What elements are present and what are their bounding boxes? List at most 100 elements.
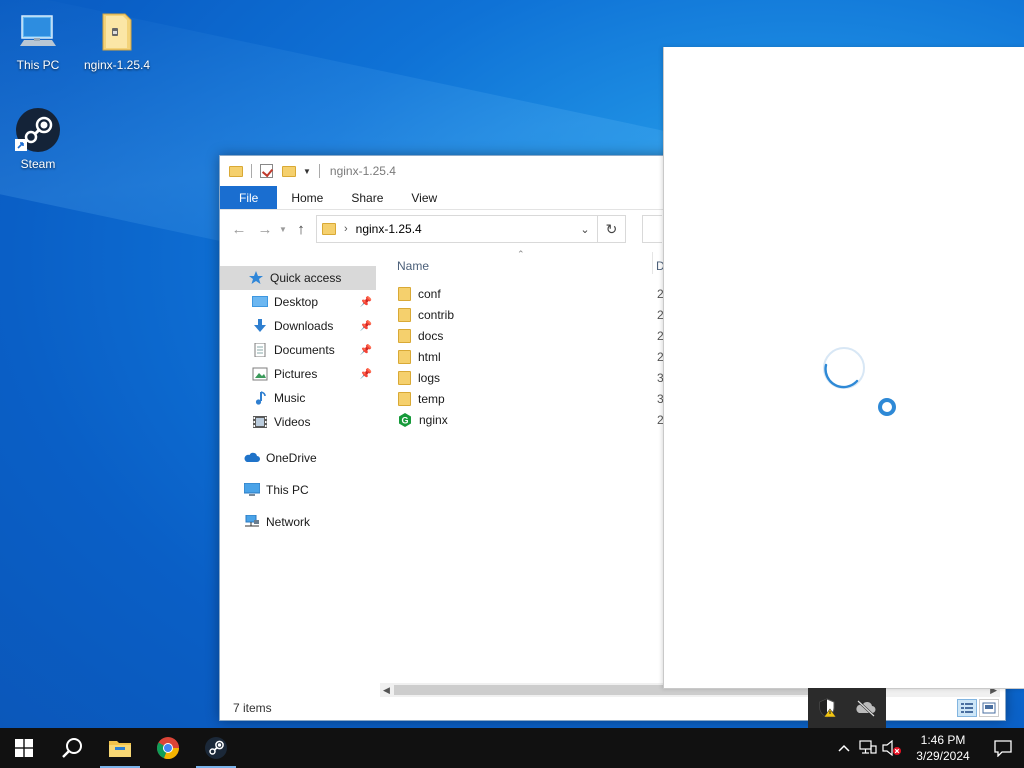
clock-date: 3/29/2024 [916, 749, 970, 763]
sidebar-item-label: OneDrive [266, 451, 317, 465]
list-item[interactable]: temp 3 [398, 388, 698, 409]
sidebar-item-label: Quick access [270, 271, 342, 285]
start-button[interactable] [0, 728, 48, 768]
sidebar-item-network[interactable]: Network [220, 510, 376, 534]
sidebar-item-onedrive[interactable]: OneDrive [220, 446, 376, 470]
item-count: 7 items [233, 701, 272, 715]
search-button[interactable] [48, 728, 96, 768]
file-explorer-icon [109, 741, 131, 757]
recent-locations-chevron-icon[interactable]: ▼ [276, 225, 290, 234]
action-center-button[interactable] [982, 728, 1024, 768]
desktop-icon-nginx-archive[interactable]: nginx-1.25.4 [79, 10, 155, 72]
tab-file[interactable]: File [220, 186, 278, 209]
pin-icon[interactable]: 📌 [360, 345, 372, 356]
loading-popup-window[interactable] [663, 47, 1024, 689]
list-item[interactable]: logs 3 [398, 367, 698, 388]
taskbar-steam[interactable] [192, 728, 240, 768]
list-item[interactable]: contrib 2 [398, 304, 698, 325]
folder-icon [398, 328, 411, 343]
sidebar-item-label: Downloads [274, 319, 334, 333]
sidebar-item-label: Documents [274, 343, 335, 357]
file-name: contrib [418, 307, 455, 322]
desktop-icon-this-pc[interactable]: This PC [0, 10, 76, 72]
address-dropdown-chevron-icon[interactable]: ⌄ [573, 223, 597, 236]
tray-overflow-flyout [808, 688, 886, 728]
tab-view[interactable]: View [397, 186, 451, 209]
documents-icon [254, 343, 266, 357]
desktop-icon-label: Steam [20, 157, 56, 171]
sidebar-item-downloads[interactable]: Downloads 📌 [220, 314, 376, 338]
taskbar-file-explorer[interactable] [96, 728, 144, 768]
status-bar: 7 items [220, 696, 1005, 720]
desktop-icon-label: nginx-1.25.4 [83, 58, 151, 72]
refresh-button[interactable]: ↻ [598, 215, 626, 243]
network-wired-icon [859, 740, 877, 754]
large-icons-view-button[interactable] [979, 699, 999, 717]
sidebar-item-quick-access[interactable]: Quick access [220, 266, 376, 290]
sidebar-item-music[interactable]: Music [220, 386, 376, 410]
pin-icon[interactable]: 📌 [360, 297, 372, 308]
breadcrumb-current[interactable]: nginx-1.25.4 [356, 222, 573, 236]
details-view-icon [961, 703, 973, 713]
sidebar-item-pictures[interactable]: Pictures 📌 [220, 362, 376, 386]
folder-icon [398, 349, 411, 364]
list-item[interactable]: G nginx 2 [398, 409, 698, 430]
volume-muted-icon [882, 740, 901, 756]
this-pc-icon [244, 483, 260, 496]
nginx-exe-icon: G [399, 412, 411, 427]
taskbar: 1:46 PM 3/29/2024 [0, 728, 1024, 768]
sidebar-item-label: Desktop [274, 295, 319, 309]
forward-arrow-icon[interactable]: → [254, 221, 276, 238]
steam-icon [15, 108, 60, 152]
quick-access-dropdown-icon[interactable]: ▼ [303, 167, 311, 176]
onedrive-offline-icon[interactable] [855, 698, 877, 718]
divider [251, 164, 252, 178]
tab-share[interactable]: Share [337, 186, 397, 209]
folder-icon [398, 307, 411, 322]
properties-check-icon[interactable] [260, 164, 273, 178]
sidebar-item-documents[interactable]: Documents 📌 [220, 338, 376, 362]
sidebar-item-label: Videos [274, 415, 311, 429]
back-arrow-icon[interactable]: ← [228, 221, 250, 238]
system-tray: 1:46 PM 3/29/2024 [832, 728, 1024, 768]
pin-icon[interactable]: 📌 [360, 321, 372, 332]
list-item[interactable]: conf 2 [398, 283, 698, 304]
list-item[interactable]: docs 2 [398, 325, 698, 346]
up-arrow-icon[interactable]: ↑ [290, 221, 312, 238]
column-divider[interactable] [652, 252, 653, 274]
list-item[interactable]: html 2 [398, 346, 698, 367]
column-header-name[interactable]: Name [397, 259, 429, 273]
notification-icon [994, 740, 1012, 757]
sidebar-item-label: Pictures [274, 367, 318, 381]
new-folder-icon[interactable] [282, 165, 296, 177]
file-name: temp [418, 391, 445, 406]
show-hidden-icons-button[interactable] [832, 728, 856, 768]
svg-text:G: G [401, 415, 408, 425]
details-view-button[interactable] [957, 699, 977, 717]
view-toggle [955, 699, 999, 717]
taskbar-chrome[interactable] [144, 728, 192, 768]
sidebar-item-this-pc[interactable]: This PC [220, 478, 376, 502]
folder-icon [229, 165, 243, 177]
sidebar-item-desktop[interactable]: Desktop 📌 [220, 290, 376, 314]
desktop-icon-steam[interactable]: Steam [0, 107, 76, 171]
sidebar-item-videos[interactable]: Videos [220, 410, 376, 434]
download-icon [254, 319, 266, 332]
tab-home[interactable]: Home [277, 186, 337, 209]
loading-dot-icon [878, 398, 896, 416]
address-bar[interactable]: › nginx-1.25.4 ⌄ [316, 215, 598, 243]
navigation-pane: Quick access Desktop 📌 Downloads 📌 Docum… [220, 266, 376, 676]
divider [318, 164, 320, 178]
desktop-icon [252, 296, 268, 307]
search-input[interactable] [642, 215, 662, 243]
pictures-icon [252, 367, 268, 381]
network-status-button[interactable] [856, 728, 880, 768]
scroll-left-icon[interactable]: ◀ [383, 683, 390, 697]
chrome-icon [156, 737, 180, 760]
pin-icon[interactable]: 📌 [360, 369, 372, 380]
volume-button[interactable] [880, 728, 904, 768]
security-warning-icon[interactable] [817, 698, 837, 718]
file-name: logs [418, 370, 441, 385]
breadcrumb-chevron-icon[interactable]: › [344, 223, 348, 235]
clock[interactable]: 1:46 PM 3/29/2024 [904, 732, 982, 764]
